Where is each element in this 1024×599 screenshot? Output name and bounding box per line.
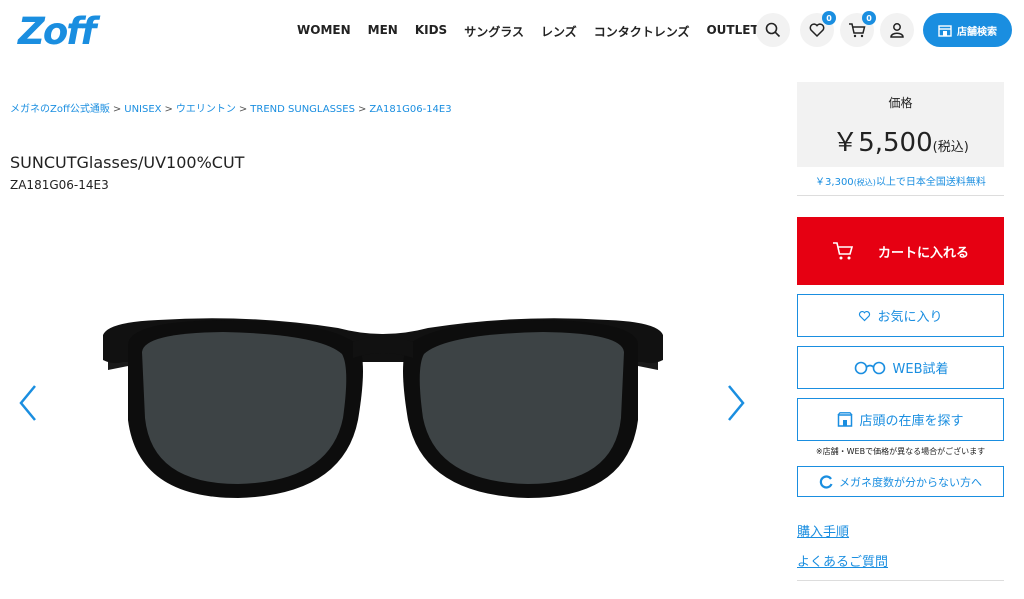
- shipping-tax: (税込): [853, 178, 876, 187]
- breadcrumb-wellington[interactable]: ウエリントン: [176, 104, 236, 115]
- store-search-label: 店舗検索: [957, 26, 997, 38]
- price-value-wrapper: ￥5,500(税込): [797, 122, 1004, 159]
- add-to-cart-button[interactable]: カートに入れる: [797, 217, 1004, 285]
- nav-contact-lens[interactable]: コンタクトレンズ: [594, 23, 690, 40]
- prescription-help-label: メガネ度数が分からない方へ: [839, 475, 982, 489]
- nav-outlet[interactable]: OUTLET: [706, 23, 758, 40]
- heart-icon: [859, 310, 871, 321]
- favorites-button[interactable]: 0: [800, 11, 836, 47]
- breadcrumb-separator: >: [357, 104, 367, 115]
- heart-icon: [809, 23, 825, 38]
- breadcrumb-trend-sunglasses[interactable]: TREND SUNGLASSES: [250, 104, 355, 115]
- nav-kids[interactable]: KIDS: [415, 23, 447, 40]
- add-favorite-button[interactable]: お気に入り: [797, 294, 1004, 337]
- store-search-button[interactable]: 店舗検索: [923, 13, 1012, 47]
- prescription-help-button[interactable]: メガネ度数が分からない方へ: [797, 466, 1004, 497]
- chevron-right-icon[interactable]: [726, 383, 746, 423]
- purchase-guide-link[interactable]: 購入手順: [797, 521, 849, 540]
- cart-button[interactable]: 0: [840, 11, 876, 47]
- search-icon: [765, 22, 781, 38]
- web-try-on-button[interactable]: WEB試着: [797, 346, 1004, 389]
- price-label: 価格: [888, 96, 913, 110]
- user-icon: [890, 23, 904, 38]
- nav-women[interactable]: WOMEN: [297, 23, 351, 40]
- breadcrumb-unisex[interactable]: UNISEX: [124, 104, 161, 115]
- shipping-amount: ￥3,300: [815, 177, 854, 188]
- nav-lens[interactable]: レンズ: [541, 23, 577, 40]
- product-code: ZA181G06-14E3: [10, 178, 109, 192]
- price-value: ￥5,500: [832, 128, 933, 158]
- search-button[interactable]: [756, 13, 790, 47]
- zoff-logo[interactable]: Zoff: [18, 10, 96, 53]
- glasses-icon: [854, 361, 885, 374]
- price-box: 価格 ￥5,500(税込): [797, 82, 1004, 167]
- breadcrumb: メガネのZoff公式通販 > UNISEX > ウエリントン > TREND SUNGLAS…: [10, 100, 452, 115]
- breadcrumb-home[interactable]: メガネのZoff公式通販: [10, 104, 110, 115]
- product-image: [103, 318, 663, 498]
- store-icon: [838, 412, 853, 427]
- breadcrumb-current[interactable]: ZA181G06-14E3: [369, 104, 451, 115]
- store-stock-button[interactable]: 店頭の在庫を探す: [797, 398, 1004, 441]
- product-title: SUNCUTGlasses/UV100%CUT: [10, 153, 245, 172]
- faq-link[interactable]: よくあるご質問: [797, 551, 888, 570]
- store-icon: [938, 24, 952, 37]
- add-favorite-label: お気に入り: [877, 310, 943, 325]
- nav-sunglasses[interactable]: サングラス: [464, 23, 524, 40]
- cart-icon: [832, 242, 854, 260]
- cart-icon: [849, 23, 866, 38]
- web-try-on-label: WEB試着: [892, 362, 949, 377]
- free-shipping-notice: ￥3,300(税込)以上で日本全国送料無料: [797, 170, 1004, 196]
- chevron-left-icon[interactable]: [18, 383, 38, 423]
- divider: [797, 580, 1004, 581]
- cart-count-badge: 0: [862, 11, 876, 25]
- site-header: Zoff WOMEN MEN KIDS サングラス レンズ コンタクトレンズ O…: [0, 0, 1024, 62]
- breadcrumb-separator: >: [164, 104, 173, 115]
- favorites-count-badge: 0: [822, 11, 836, 25]
- price-difference-note: ※店舗・WEBで価格が異なる場合がございます: [815, 447, 986, 456]
- refresh-icon: [819, 474, 833, 489]
- add-to-cart-label: カートに入れる: [877, 245, 969, 261]
- breadcrumb-separator: >: [238, 104, 248, 115]
- store-stock-label: 店頭の在庫を探す: [859, 414, 964, 429]
- breadcrumb-separator: >: [112, 104, 122, 115]
- shipping-text: 以上で日本全国送料無料: [875, 177, 986, 188]
- main-nav: WOMEN MEN KIDS サングラス レンズ コンタクトレンズ OUTLET: [297, 23, 776, 40]
- nav-men[interactable]: MEN: [368, 23, 398, 40]
- account-button[interactable]: [880, 13, 914, 47]
- price-tax-label: (税込): [932, 140, 969, 155]
